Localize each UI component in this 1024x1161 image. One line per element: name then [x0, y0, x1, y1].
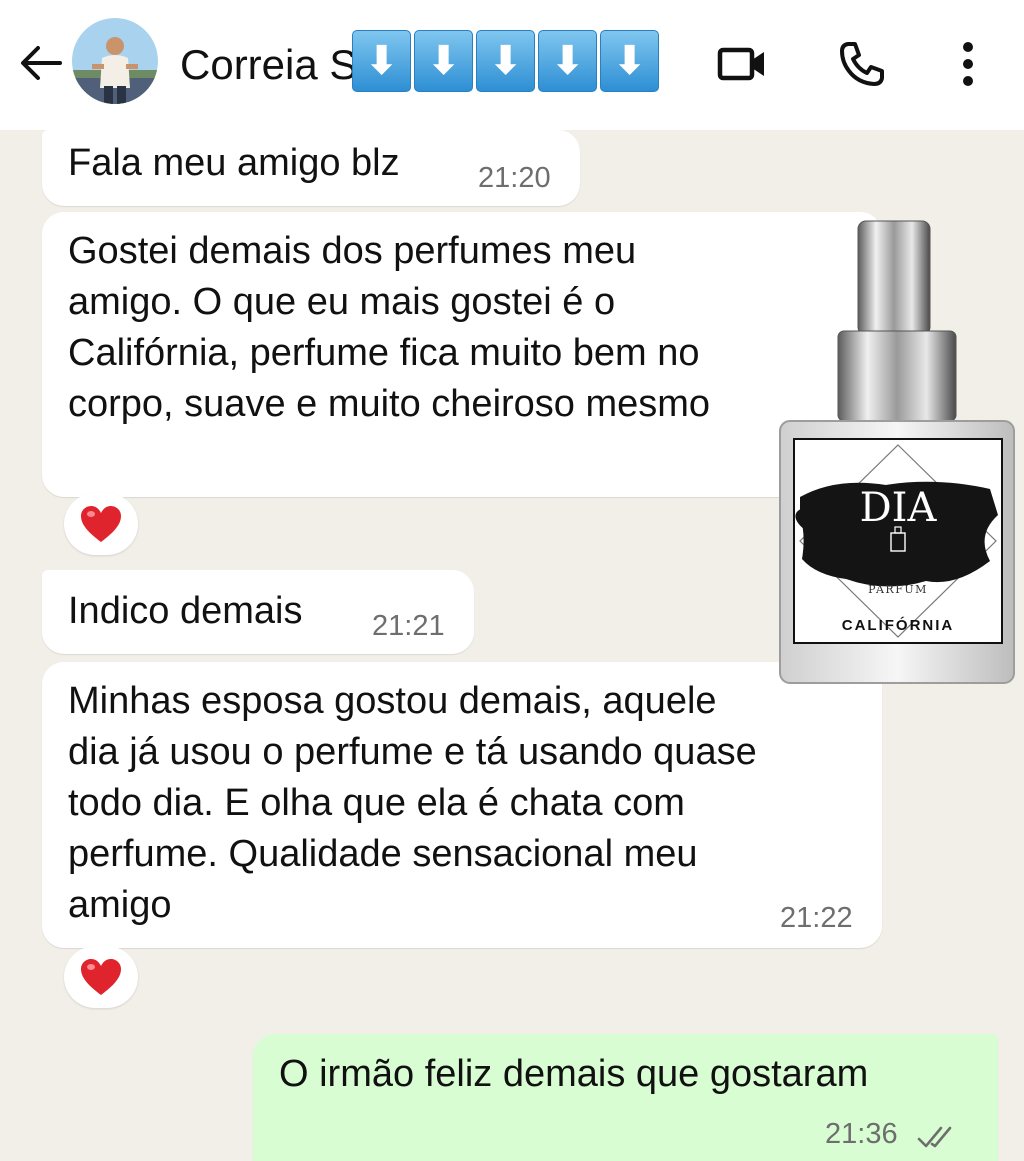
arrow-left-icon [21, 46, 62, 80]
phone-icon [840, 42, 884, 86]
more-options-button[interactable] [942, 36, 998, 92]
voice-call-button[interactable] [834, 36, 890, 92]
message-bubble-incoming[interactable]: Gostei demais dos perfumes meu amigo. O … [42, 212, 882, 497]
message-text: Fala meu amigo blz [68, 142, 400, 184]
chat-header: Correia S ⬇ ⬇ ⬇ ⬇ ⬇ [0, 0, 1024, 130]
back-button[interactable] [16, 38, 66, 88]
down-arrow-emoji: ⬇ [352, 30, 411, 92]
brand-sub-text: PARFUM [868, 583, 928, 596]
avatar[interactable] [72, 18, 158, 104]
double-check-icon [917, 1126, 952, 1148]
heart-icon [81, 506, 121, 542]
product-name-text: CALIFÓRNIA [842, 616, 955, 634]
more-vertical-icon [963, 42, 973, 86]
perfume-product-image: DIA PARFUM CALIFÓRNIA [776, 215, 1018, 687]
heart-icon [81, 959, 121, 995]
video-camera-icon [717, 47, 764, 81]
down-arrow-emoji: ⬇ [538, 30, 597, 92]
message-time: 21:22 [780, 902, 853, 934]
message-bubble-incoming[interactable]: Indico demais 21:21 [42, 570, 474, 654]
message-bubble-incoming[interactable]: Minhas esposa gostou demais, aquele dia … [42, 662, 882, 948]
reaction-badge[interactable] [64, 946, 138, 1008]
message-time: 21:36 [825, 1118, 898, 1150]
name-emoji-row: ⬇ ⬇ ⬇ ⬇ ⬇ [352, 30, 659, 92]
down-arrow-emoji: ⬇ [414, 30, 473, 92]
perfume-bottle-illustration: DIA PARFUM CALIFÓRNIA [779, 220, 1015, 684]
message-time: 21:20 [478, 162, 551, 194]
down-arrow-emoji: ⬇ [600, 30, 659, 92]
message-text: Minhas esposa gostou demais, aquele dia … [68, 680, 757, 926]
avatar-image [72, 18, 158, 104]
brand-logo-text: DIA [860, 485, 938, 531]
message-bubble-outgoing[interactable]: O irmão feliz demais que gostaram 21:36 [253, 1034, 998, 1161]
message-time: 21:21 [372, 610, 445, 642]
message-text: Gostei demais dos perfumes meu amigo. O … [68, 230, 711, 425]
message-text: O irmão feliz demais que gostaram [279, 1053, 869, 1095]
reaction-badge[interactable] [64, 493, 138, 555]
video-call-button[interactable] [714, 36, 770, 92]
message-bubble-incoming[interactable]: Fala meu amigo blz 21:20 [42, 130, 580, 206]
down-arrow-emoji: ⬇ [476, 30, 535, 92]
contact-name[interactable]: Correia S [180, 38, 355, 92]
message-text: Indico demais [68, 590, 303, 632]
